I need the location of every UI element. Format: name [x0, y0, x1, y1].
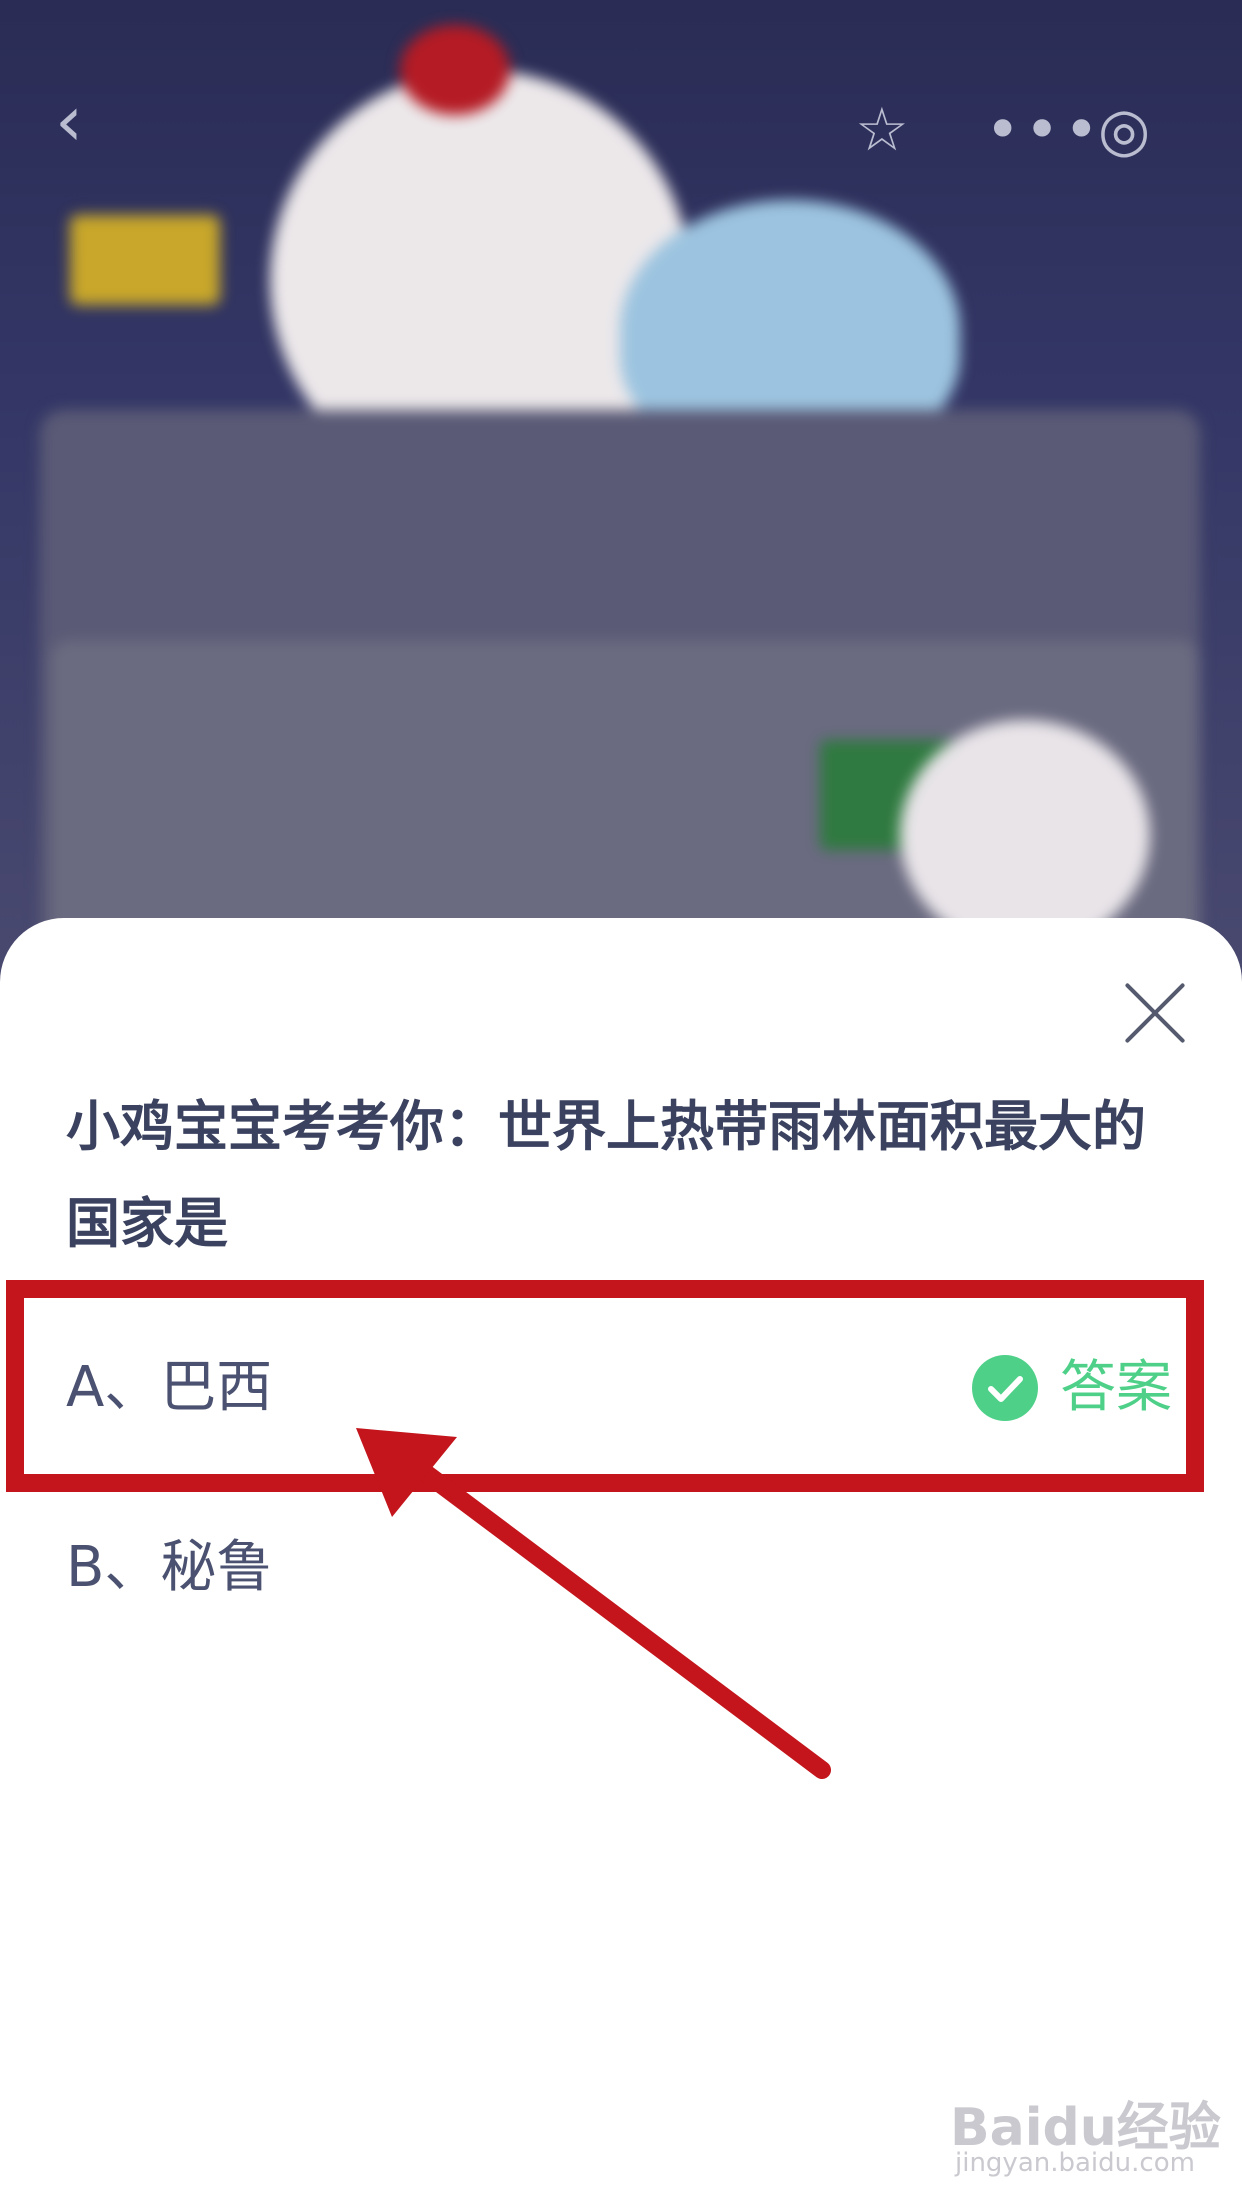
- annotation-arrow: [356, 1428, 831, 1779]
- baidu-watermark-url: jingyan.baidu.com: [955, 2148, 1195, 2178]
